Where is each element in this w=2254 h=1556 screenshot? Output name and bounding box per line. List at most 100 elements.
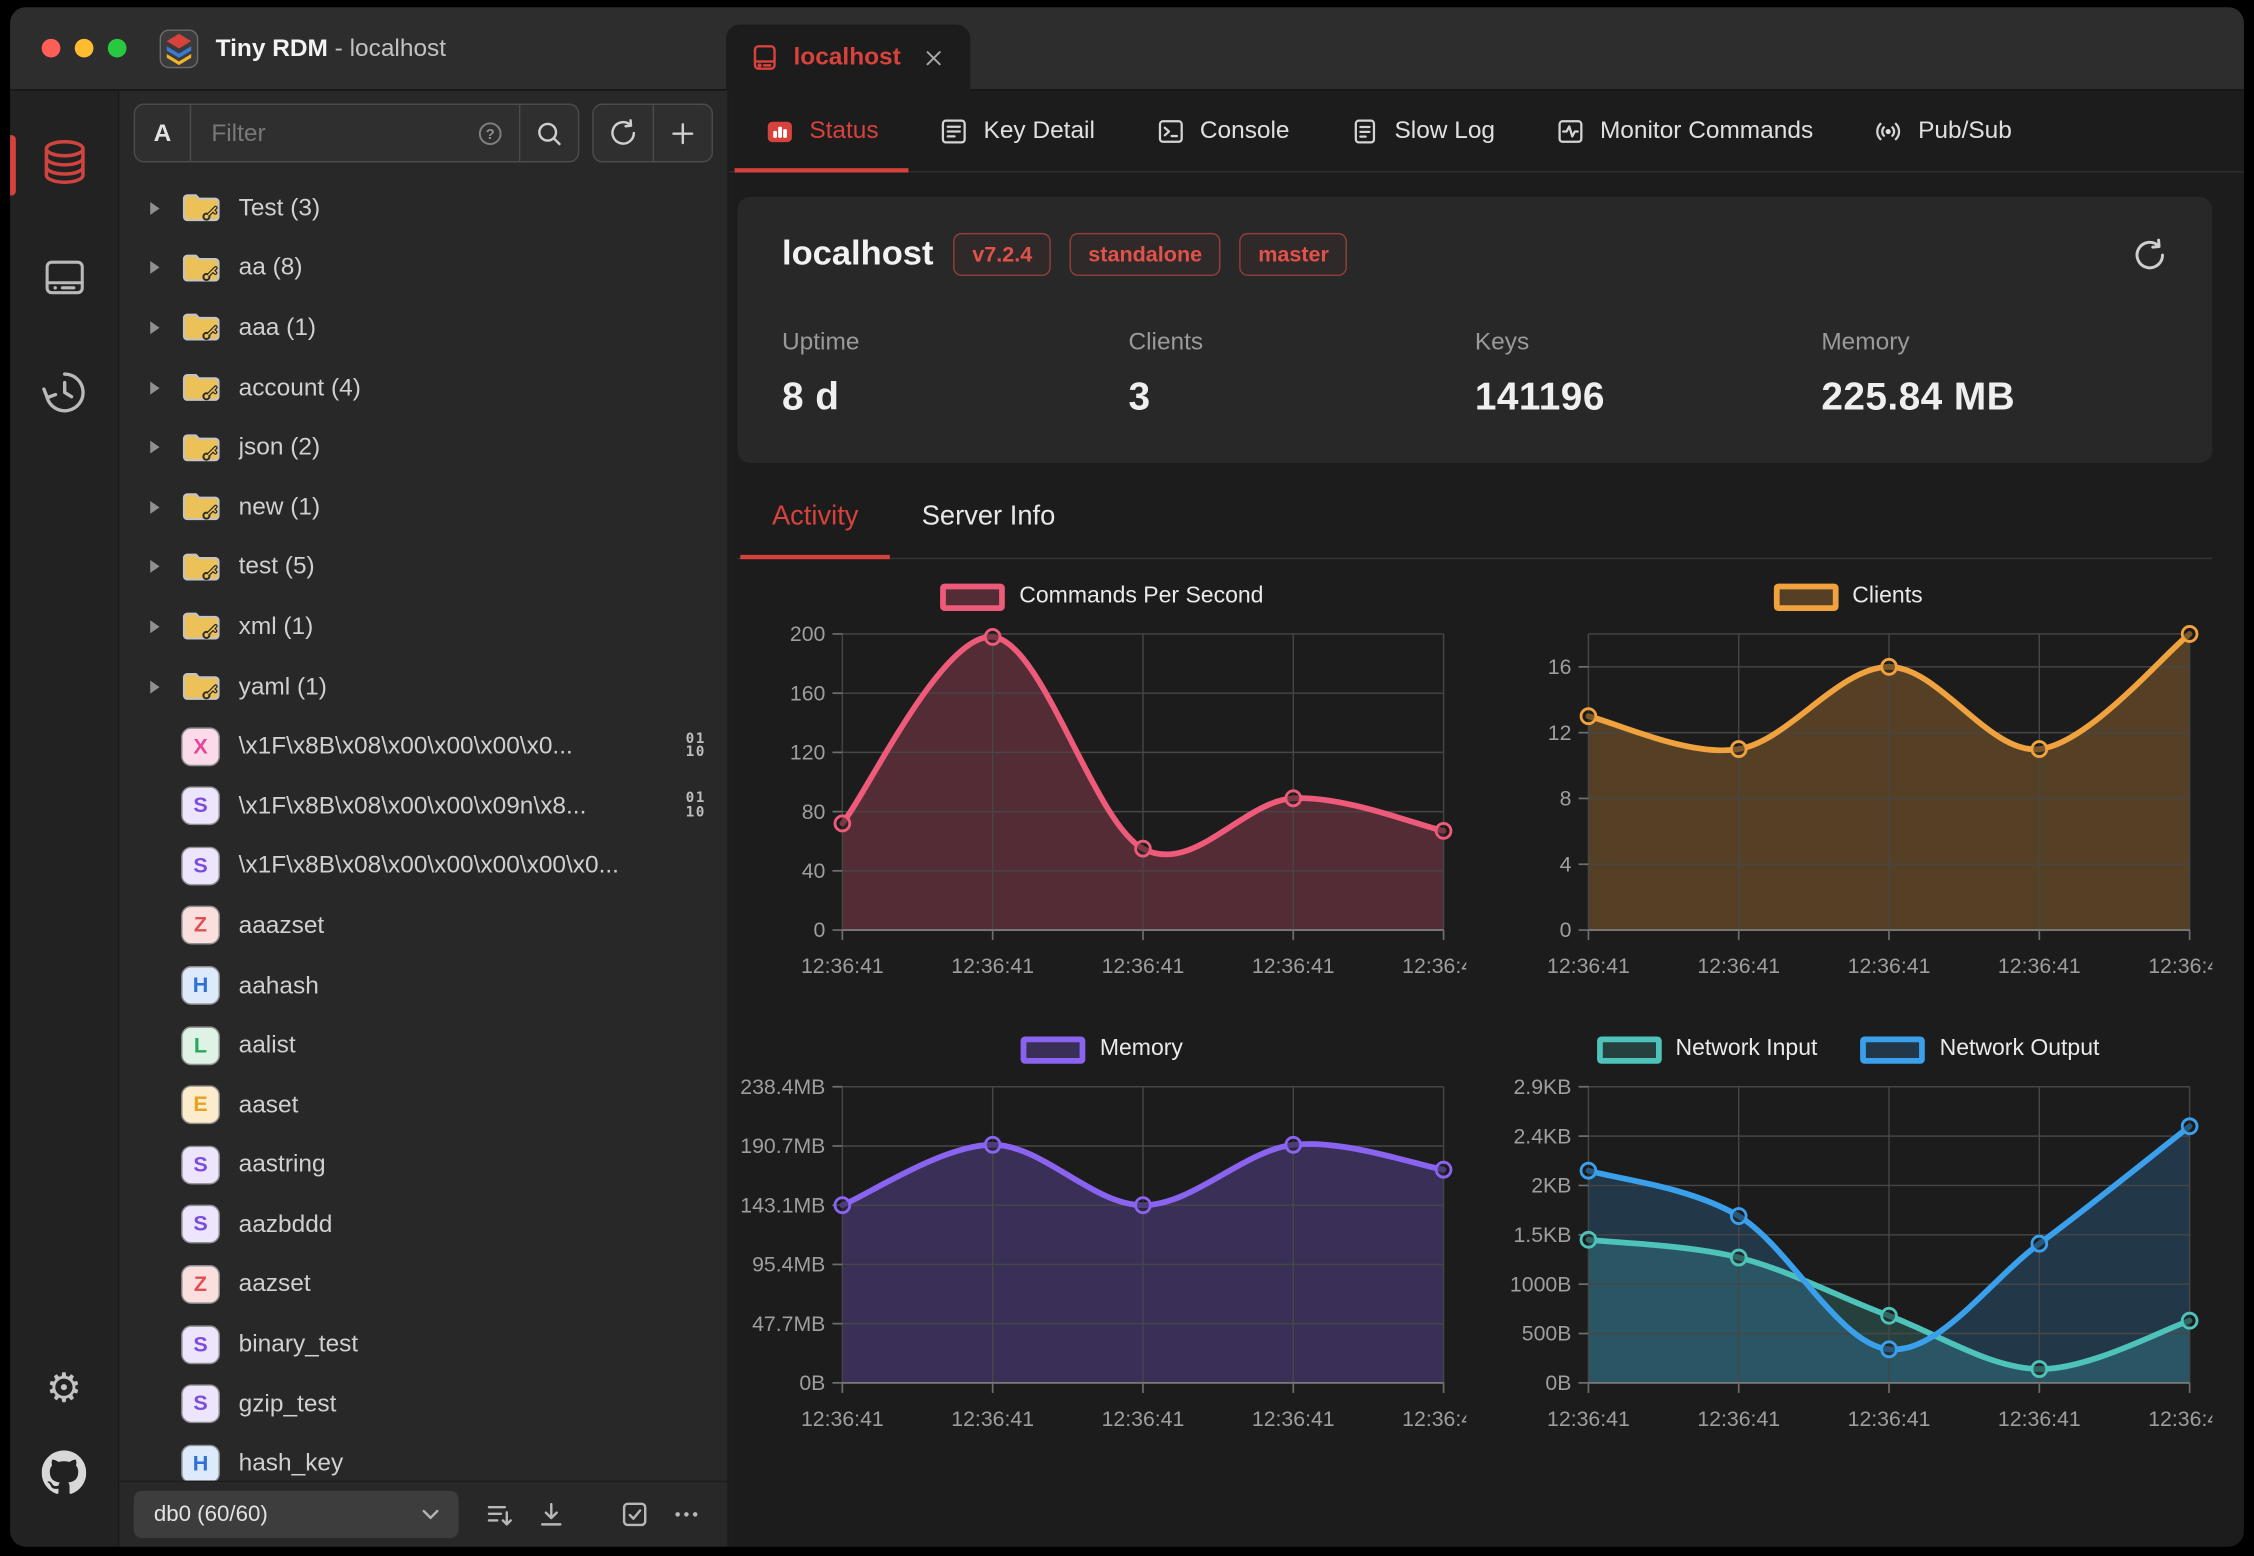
legend-item-clients[interactable]: Clients [1773, 583, 1922, 610]
key-type-badge-l: L [181, 1026, 220, 1065]
legend-swatch [1021, 1036, 1086, 1063]
tab-label: Key Detail [984, 116, 1095, 145]
legend-swatch [1596, 1036, 1661, 1063]
tree-folder-item[interactable]: xml (1) [119, 597, 727, 657]
status-page: localhost v7.2.4standalonemaster Uptime8… [729, 173, 2244, 1547]
key-type-badge-h: H [181, 1444, 220, 1480]
tab-monitor-commands[interactable]: Monitor Commands [1525, 91, 1843, 172]
tree-key-item[interactable]: Laalist [119, 1015, 727, 1075]
slow-log-icon [1350, 116, 1380, 146]
tree-key-item[interactable]: Saazbddd [119, 1195, 727, 1255]
stat-label: Keys [1475, 328, 1821, 357]
checkbox-mode-button[interactable] [608, 1489, 660, 1541]
tab-pub-sub[interactable]: Pub/Sub [1843, 91, 2042, 172]
refresh-status-button[interactable] [2132, 236, 2168, 272]
github-icon [42, 1450, 87, 1495]
svg-text:1.5KB: 1.5KB [1513, 1223, 1571, 1247]
chart-legend: Commands Per Second [737, 571, 1466, 623]
filter-mode-button[interactable]: A [135, 105, 191, 161]
tree-folder-item[interactable]: yaml (1) [119, 657, 727, 717]
load-more-keys-button[interactable] [473, 1489, 525, 1541]
tree-folder-item[interactable]: aaa (1) [119, 298, 727, 358]
tree-key-item[interactable]: Eaaset [119, 1075, 727, 1135]
rail-item-browser[interactable] [21, 131, 107, 194]
server-overview-card: localhost v7.2.4standalonemaster Uptime8… [737, 197, 2212, 463]
tree-key-item[interactable]: Sbinary_test [119, 1314, 727, 1374]
add-key-button[interactable] [653, 105, 712, 161]
legend-item-commands-per-second[interactable]: Commands Per Second [940, 583, 1263, 610]
rail-active-indicator [10, 135, 16, 195]
caret-right-icon[interactable] [147, 678, 182, 695]
caret-right-icon[interactable] [147, 558, 182, 575]
chart-canvas-clients: 048121612:36:4112:36:4112:36:4112:36:411… [1484, 622, 2213, 993]
plus-icon [668, 119, 697, 148]
caret-right-icon[interactable] [147, 259, 182, 276]
more-actions-button[interactable] [660, 1489, 712, 1541]
connection-tab-localhost[interactable]: localhost [726, 24, 970, 90]
tab-label: Console [1200, 116, 1290, 145]
chart-canvas-memory: 0B47.7MB95.4MB143.1MB190.7MB238.4MB12:36… [737, 1075, 1466, 1446]
tree-key-item[interactable]: Zaazset [119, 1254, 727, 1314]
svg-text:12:36:41: 12:36:41 [1998, 954, 2081, 978]
chart-commands-per-second: Commands Per Second0408012016020012:36:4… [737, 568, 1466, 1004]
tree-key-label: aaazset [239, 911, 325, 940]
close-window-button[interactable] [42, 39, 61, 58]
tree-key-item[interactable]: Sgzip_test [119, 1374, 727, 1434]
tab-slow-log[interactable]: Slow Log [1320, 91, 1525, 172]
tab-key-detail[interactable]: Key Detail [909, 91, 1125, 172]
load-all-keys-button[interactable] [525, 1489, 577, 1541]
caret-right-icon[interactable] [147, 618, 182, 635]
svg-text:12:36:41: 12:36:41 [1697, 1407, 1780, 1431]
filter-input[interactable] [208, 117, 475, 149]
database-select[interactable]: db0 (60/60) [134, 1491, 459, 1538]
tree-key-item[interactable]: Zaaazset [119, 896, 727, 956]
github-button[interactable] [21, 1440, 107, 1503]
filter-group: A ? [134, 104, 580, 163]
tree-key-item[interactable]: Hhash_key [119, 1434, 727, 1481]
monitor-commands-icon [1555, 116, 1585, 146]
download-icon [535, 1499, 565, 1529]
caret-right-icon[interactable] [147, 498, 182, 515]
chart-network: Network InputNetwork Output0B500B1000B1.… [1484, 1021, 2213, 1457]
close-tab-icon[interactable] [921, 45, 945, 69]
settings-button[interactable]: ⚙ [21, 1357, 107, 1420]
tab-status[interactable]: Status [735, 91, 909, 172]
minimize-window-button[interactable] [75, 39, 94, 58]
tree-key-label: \x1F\x8B\x08\x00\x00\x09n\x8... [239, 792, 587, 821]
tree-key-item[interactable]: Saastring [119, 1135, 727, 1195]
rail-item-server[interactable] [21, 246, 107, 309]
svg-text:12:36:41: 12:36:41 [1848, 1407, 1931, 1431]
tab-console[interactable]: Console [1125, 91, 1320, 172]
caret-right-icon[interactable] [147, 319, 182, 336]
legend-item-network-input[interactable]: Network Input [1596, 1036, 1817, 1063]
tree-key-item[interactable]: S\x1F\x8B\x08\x00\x00\x09n\x8...0110 [119, 776, 727, 836]
tree-folder-item[interactable]: Test (3) [119, 178, 727, 238]
server-badge: v7.2.4 [954, 233, 1051, 276]
tree-folder-item[interactable]: new (1) [119, 477, 727, 537]
legend-label: Network Input [1675, 1036, 1817, 1062]
caret-right-icon[interactable] [147, 439, 182, 456]
folder-key-icon [181, 431, 221, 464]
svg-text:4: 4 [1560, 852, 1572, 876]
tab-server-info[interactable]: Server Info [890, 499, 1087, 558]
binary-value-icon: 0110 [686, 792, 706, 819]
caret-right-icon[interactable] [147, 379, 182, 396]
legend-item-network-output[interactable]: Network Output [1861, 1036, 2100, 1063]
rail-item-history[interactable] [21, 361, 107, 424]
caret-right-icon[interactable] [147, 200, 182, 217]
svg-text:12:36:41: 12:36:41 [1252, 1407, 1335, 1431]
window-controls [10, 39, 126, 58]
zoom-window-button[interactable] [108, 39, 127, 58]
tree-key-item[interactable]: Haahash [119, 956, 727, 1016]
tree-key-item[interactable]: X\x1F\x8B\x08\x00\x00\x00\x0...0110 [119, 716, 727, 776]
reload-keys-button[interactable] [594, 105, 653, 161]
tab-activity[interactable]: Activity [740, 499, 890, 558]
tree-folder-item[interactable]: account (4) [119, 358, 727, 418]
tree-folder-item[interactable]: json (2) [119, 417, 727, 477]
search-button[interactable] [519, 105, 578, 161]
tree-key-item[interactable]: S\x1F\x8B\x08\x00\x00\x00\x00\x0... [119, 836, 727, 896]
legend-item-memory[interactable]: Memory [1021, 1036, 1183, 1063]
tree-folder-item[interactable]: test (5) [119, 537, 727, 597]
tree-folder-item[interactable]: aa (8) [119, 238, 727, 298]
history-icon [40, 368, 89, 417]
